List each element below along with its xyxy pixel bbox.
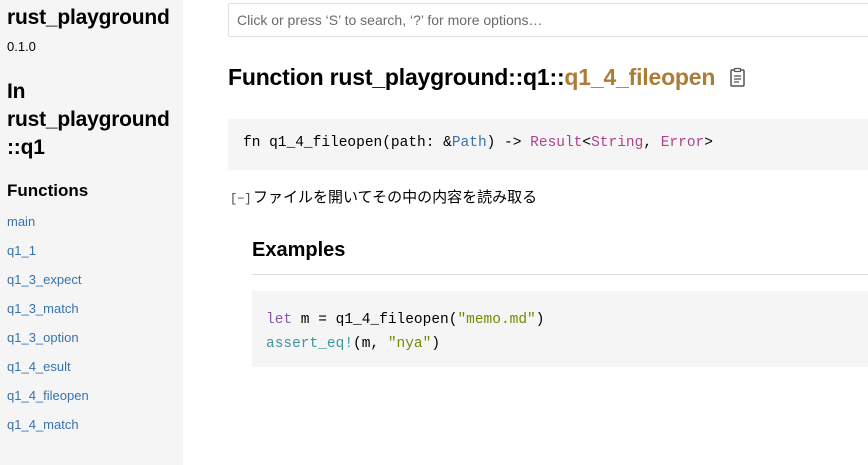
function-link[interactable]: q1_4_esult (7, 359, 71, 374)
code-text: m = q1_4_fileopen( (292, 312, 458, 328)
heading-divider (252, 274, 868, 275)
function-link[interactable]: q1_3_option (7, 330, 79, 345)
search-input[interactable] (228, 3, 868, 37)
sidebar-item-q1-3-expect: q1_3_expect (7, 272, 89, 301)
functions-heading[interactable]: Functions (7, 181, 88, 201)
sig-arrow: ) -> (486, 135, 531, 151)
in-label: In (7, 80, 26, 103)
path-type-link[interactable]: Path (452, 135, 487, 151)
code-macro: assert_eq! (266, 336, 354, 352)
sidebar-item-q1-4-esult: q1_4_esult (7, 359, 89, 388)
code-string: "memo.md" (457, 312, 536, 328)
example-code-block: let m = q1_4_fileopen("memo.md") assert_… (252, 291, 868, 367)
title-function-name[interactable]: q1_4_fileopen (564, 64, 715, 90)
sig-comma: , (643, 135, 661, 151)
sidebar: rust_playground 0.1.0 In rust_playground… (0, 0, 183, 465)
sig-lt: < (582, 135, 592, 151)
crate-version: 0.1.0 (7, 39, 36, 54)
collapse-toggle[interactable]: [−] (230, 192, 252, 206)
function-description: ファイルを開いてその中の内容を読み取る (253, 188, 538, 206)
result-type-link[interactable]: Result (530, 135, 582, 151)
location-heading: In rust_playground ::q1 (7, 78, 170, 162)
page-title: Function rust_playground::q1::q1_4_fileo… (228, 64, 715, 91)
sidebar-item-q1-3-match: q1_3_match (7, 301, 89, 330)
sig-gt: > (704, 135, 713, 151)
code-text: ) (431, 336, 441, 352)
function-link[interactable]: main (7, 214, 35, 229)
sidebar-item-q1-4-fileopen: q1_4_fileopen (7, 388, 89, 417)
sig-fn-decl: fn q1_4_fileopen(path: & (243, 135, 452, 151)
function-link[interactable]: q1_3_match (7, 301, 79, 316)
crate-name[interactable]: rust_playground (7, 6, 170, 30)
code-string: "nya" (387, 336, 432, 352)
sidebar-item-q1-1: q1_1 (7, 243, 89, 272)
functions-list: main q1_1 q1_3_expect q1_3_match q1_3_op… (7, 214, 89, 446)
function-link[interactable]: q1_3_expect (7, 272, 81, 287)
clipboard-icon[interactable] (728, 67, 748, 89)
function-signature: fn q1_4_fileopen(path: &Path) -> Result<… (228, 119, 868, 170)
sidebar-item-q1-3-option: q1_3_option (7, 330, 89, 359)
code-text: ) (535, 312, 545, 328)
title-path[interactable]: Function rust_playground::q1:: (228, 64, 565, 90)
function-link[interactable]: q1_1 (7, 243, 36, 258)
sidebar-item-q1-4-match: q1_4_match (7, 417, 89, 446)
error-type-link[interactable]: Error (661, 135, 705, 151)
sidebar-item-main: main (7, 214, 89, 243)
code-text: (m, (353, 336, 388, 352)
examples-heading[interactable]: Examples (252, 239, 345, 262)
module-link-line1[interactable]: rust_playground (7, 106, 170, 134)
function-link[interactable]: q1_4_match (7, 417, 79, 432)
code-keyword: let (266, 312, 293, 328)
string-type-link[interactable]: String (591, 135, 643, 151)
function-link[interactable]: q1_4_fileopen (7, 388, 89, 403)
module-link-line2[interactable]: ::q1 (7, 134, 170, 162)
